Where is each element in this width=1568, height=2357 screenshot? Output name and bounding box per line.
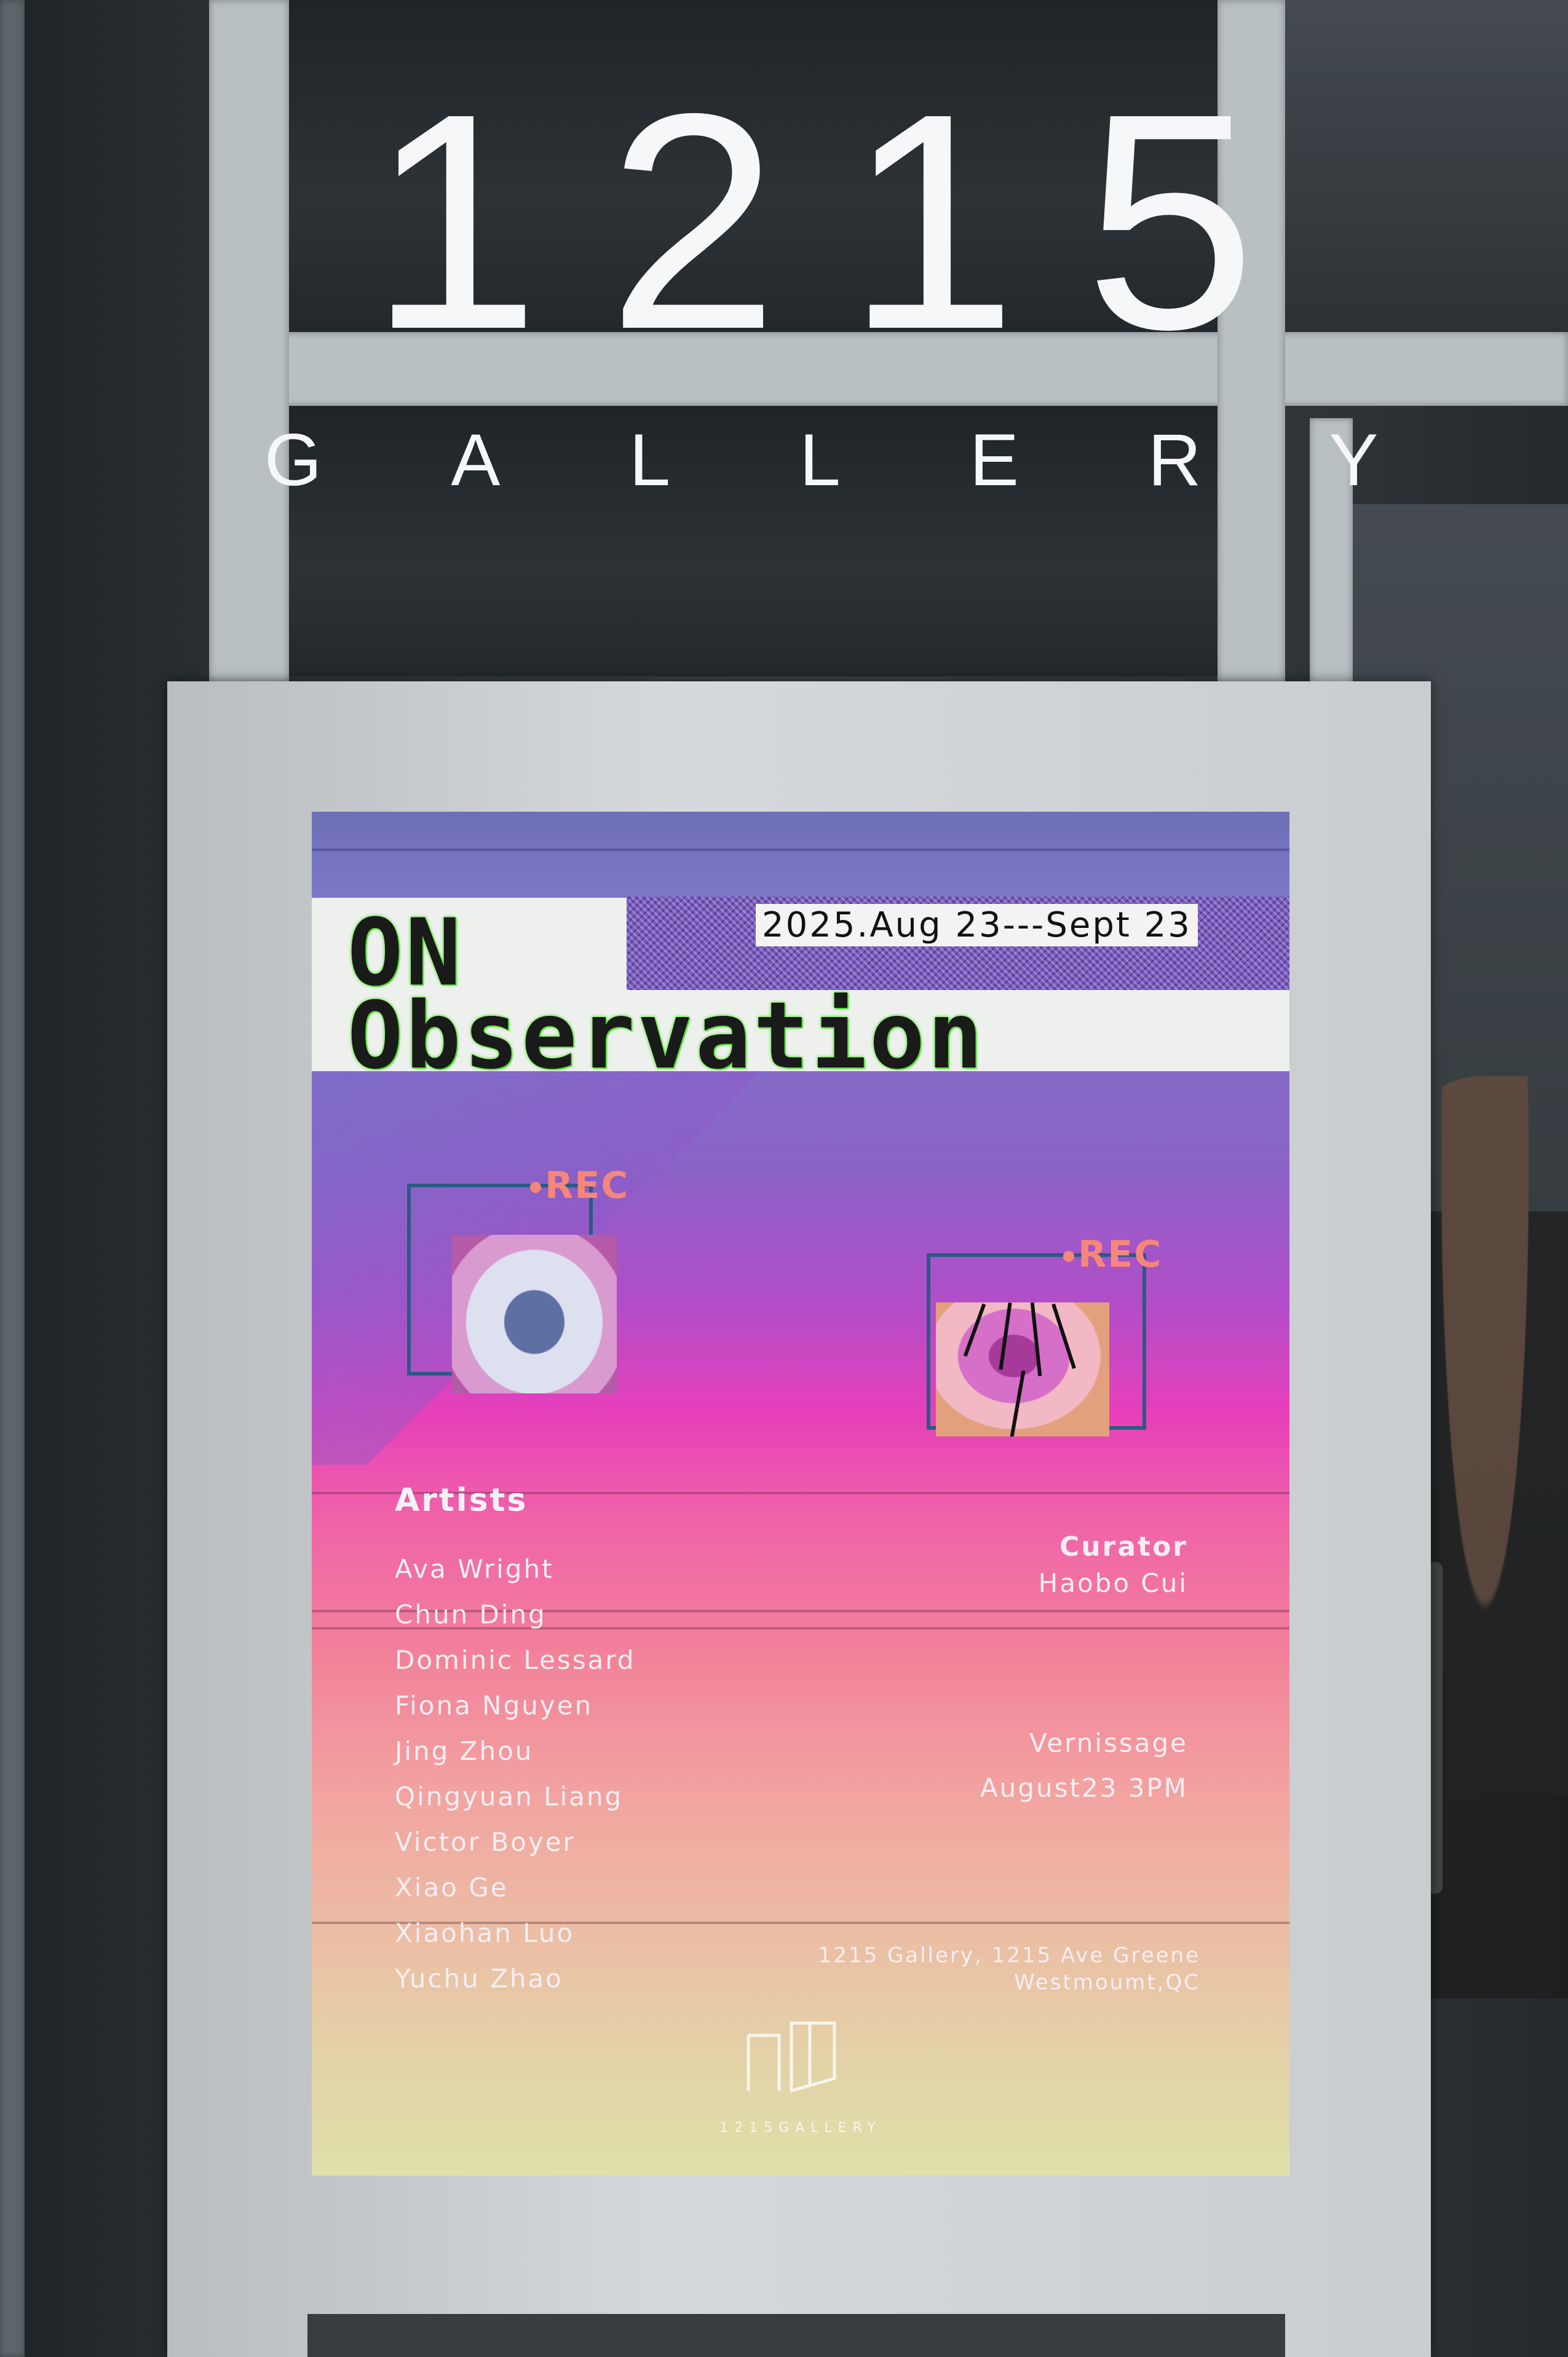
window-frame-vertical-left	[209, 0, 289, 683]
artist-name: Fiona Nguyen	[395, 1690, 593, 1721]
rec-dot-icon	[1063, 1251, 1074, 1262]
artist-name: Xiao Ge	[395, 1872, 509, 1903]
title-observation: Observation	[347, 983, 986, 1090]
left-glass-edge	[0, 0, 25, 2357]
exhibition-dates: 2025.Aug 23---Sept 23	[756, 904, 1198, 946]
artist-name: Xiaohan Luo	[395, 1918, 575, 1948]
eyelash-stroke	[1010, 1370, 1026, 1436]
gallery-logo-icon	[746, 2021, 836, 2093]
poster-scanline	[312, 849, 1289, 851]
artists-heading: Artists	[395, 1482, 528, 1519]
address-line-1: 1215 Gallery, 1215 Ave Greene	[818, 1943, 1200, 1968]
storefront-photo: 1215 GALLERY 2025.Aug 23---Sept 23 ON Ob…	[0, 0, 1568, 2357]
rec-dot-icon	[530, 1182, 541, 1194]
rec-label: REC	[1078, 1233, 1163, 1276]
gallery-number-sign: 1215	[369, 49, 1324, 393]
upper-right-window-pane	[1285, 0, 1568, 332]
eyelash-stroke	[1030, 1302, 1042, 1376]
artist-name: Yuchu Zhao	[395, 1963, 563, 1994]
artist-name: Qingyuan Liang	[395, 1781, 624, 1812]
eyelash-stroke	[1051, 1303, 1076, 1369]
eyelash-stroke	[963, 1303, 986, 1357]
rec-label: REC	[545, 1164, 630, 1207]
artist-name: Chun Ding	[395, 1599, 547, 1630]
artist-list: Ava Wright Chun Ding Dominic Lessard Fio…	[395, 1547, 636, 2002]
gallery-word-sign: GALLERY	[264, 419, 1508, 501]
exhibition-poster: 2025.Aug 23---Sept 23 ON Observation REC…	[312, 812, 1289, 2176]
artist-name: Dominic Lessard	[395, 1645, 636, 1675]
artist-name: Victor Boyer	[395, 1827, 576, 1857]
gallery-logo-text: 1215GALLERY	[719, 2120, 882, 2136]
holder-lower-slot	[307, 2314, 1285, 2357]
vernissage-time: August23 3PM	[980, 1773, 1188, 1803]
vernissage-heading: Vernissage	[1029, 1728, 1188, 1758]
address-line-2: Westmoumt,QC	[1014, 1970, 1200, 1995]
rec-indicator: REC	[530, 1167, 629, 1204]
curator-heading: Curator	[1059, 1531, 1188, 1563]
eye-artwork	[452, 1235, 617, 1393]
artist-name: Jing Zhou	[395, 1736, 534, 1766]
curator-name: Haobo Cui	[1038, 1568, 1188, 1598]
artist-name: Ava Wright	[395, 1554, 554, 1584]
eye-artwork	[936, 1302, 1109, 1436]
rec-indicator: REC	[1063, 1236, 1162, 1273]
eyelash-stroke	[999, 1302, 1012, 1370]
